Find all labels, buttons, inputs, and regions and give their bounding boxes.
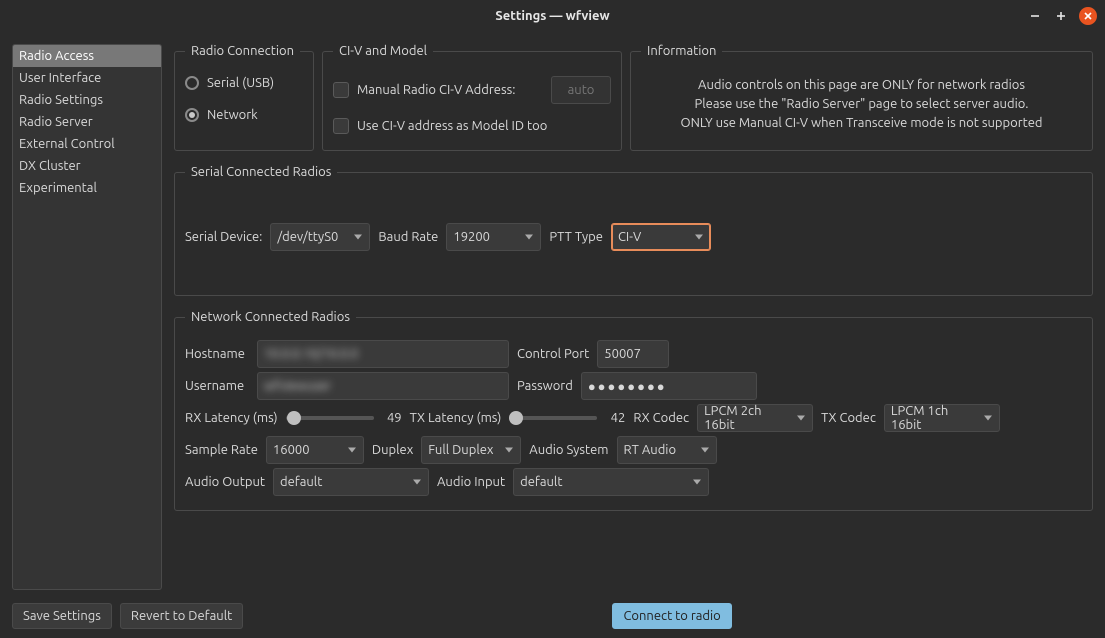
control-port-label: Control Port [517,347,589,361]
minimize-button[interactable] [1027,8,1043,24]
revert-default-button[interactable]: Revert to Default [120,603,243,629]
use-civ-as-model-checkbox[interactable] [333,118,349,134]
sidebar-item-dx-cluster[interactable]: DX Cluster [13,155,161,177]
username-input[interactable]: wfviewuser [257,372,509,400]
baud-rate-select[interactable]: 19200 [446,223,541,251]
tx-latency-slider[interactable] [509,416,597,420]
manual-civ-row: Manual Radio CI-V Address: [333,76,611,104]
hostname-input[interactable]: 10.0.0.10/10.0.0 [257,340,509,368]
information-legend: Information [641,44,722,58]
network-radio-option[interactable]: Network [185,108,303,122]
sidebar-item-radio-access[interactable]: Radio Access [13,45,161,67]
rx-codec-select[interactable]: LPCM 2ch 16bit [697,404,813,432]
use-civ-as-model-label: Use CI-V address as Model ID too [357,119,547,133]
duplex-select[interactable]: Full Duplex [421,436,521,464]
rx-latency-label: RX Latency (ms) [185,411,278,425]
rx-codec-label: RX Codec [633,411,689,425]
tx-codec-label: TX Codec [821,411,876,425]
serial-radios-group: Serial Connected Radios Serial Device: /… [174,165,1093,296]
serial-radios-legend: Serial Connected Radios [185,165,337,179]
radio-connection-legend: Radio Connection [185,44,300,58]
audio-input-label: Audio Input [437,475,505,489]
manual-civ-label: Manual Radio CI-V Address: [357,83,515,97]
sidebar-item-radio-server[interactable]: Radio Server [13,111,161,133]
titlebar: Settings — wfview [0,0,1105,32]
password-input[interactable]: ●●●●●●●● [581,372,757,400]
info-line1: Audio controls on this page are ONLY for… [645,76,1078,95]
network-radios-legend: Network Connected Radios [185,310,356,324]
manual-civ-checkbox[interactable] [333,82,349,98]
network-radios-group: Network Connected Radios Hostname 10.0.0… [174,310,1093,511]
civ-model-legend: CI-V and Model [333,44,433,58]
hostname-label: Hostname [185,347,249,361]
duplex-label: Duplex [372,443,413,457]
information-group: Information Audio controls on this page … [630,44,1093,151]
connect-to-radio-button[interactable]: Connect to radio [612,603,731,629]
settings-sidebar: Radio Access User Interface Radio Settin… [12,44,162,590]
civ-model-group: CI-V and Model Manual Radio CI-V Address… [322,44,622,151]
audio-output-select[interactable]: default [273,468,429,496]
serial-device-label: Serial Device: [185,230,262,244]
close-button[interactable] [1079,7,1097,25]
control-port-input[interactable]: 50007 [597,340,669,368]
rx-latency-slider[interactable] [286,416,374,420]
info-line2: Please use the "Radio Server" page to se… [645,95,1078,114]
radio-icon [185,76,199,90]
ptt-type-label: PTT Type [549,230,603,244]
radio-icon [185,108,199,122]
network-radio-label: Network [207,108,258,122]
use-civ-as-model-row: Use CI-V address as Model ID too [333,118,611,134]
info-text: Audio controls on this page are ONLY for… [641,70,1082,139]
serial-device-select[interactable]: /dev/ttyS0 [270,223,370,251]
rx-latency-value: 49 [380,411,402,425]
password-label: Password [517,379,573,393]
footer: Save Settings Revert to Default Connect … [0,594,1105,638]
sample-rate-select[interactable]: 16000 [266,436,364,464]
audio-system-select[interactable]: RT Audio [617,436,717,464]
tx-codec-select[interactable]: LPCM 1ch 16bit [884,404,1000,432]
window-controls [1027,7,1097,25]
civ-address-input [551,76,611,104]
audio-input-select[interactable]: default [513,468,709,496]
ptt-type-select[interactable]: CI-V [611,223,711,251]
maximize-button[interactable] [1053,8,1069,24]
username-label: Username [185,379,249,393]
tx-latency-value: 42 [603,411,625,425]
info-line3: ONLY use Manual CI-V when Transceive mod… [645,114,1078,133]
sidebar-item-user-interface[interactable]: User Interface [13,67,161,89]
sidebar-item-external-control[interactable]: External Control [13,133,161,155]
audio-system-label: Audio System [529,443,608,457]
sidebar-item-radio-settings[interactable]: Radio Settings [13,89,161,111]
baud-rate-label: Baud Rate [378,230,438,244]
radio-connection-group: Radio Connection Serial (USB) Network [174,44,314,151]
serial-radio-label: Serial (USB) [207,76,274,90]
serial-radio-option[interactable]: Serial (USB) [185,76,303,90]
audio-output-label: Audio Output [185,475,265,489]
tx-latency-label: TX Latency (ms) [410,411,502,425]
save-settings-button[interactable]: Save Settings [12,603,112,629]
sidebar-item-experimental[interactable]: Experimental [13,177,161,199]
sample-rate-label: Sample Rate [185,443,258,457]
window-title: Settings — wfview [495,9,609,23]
